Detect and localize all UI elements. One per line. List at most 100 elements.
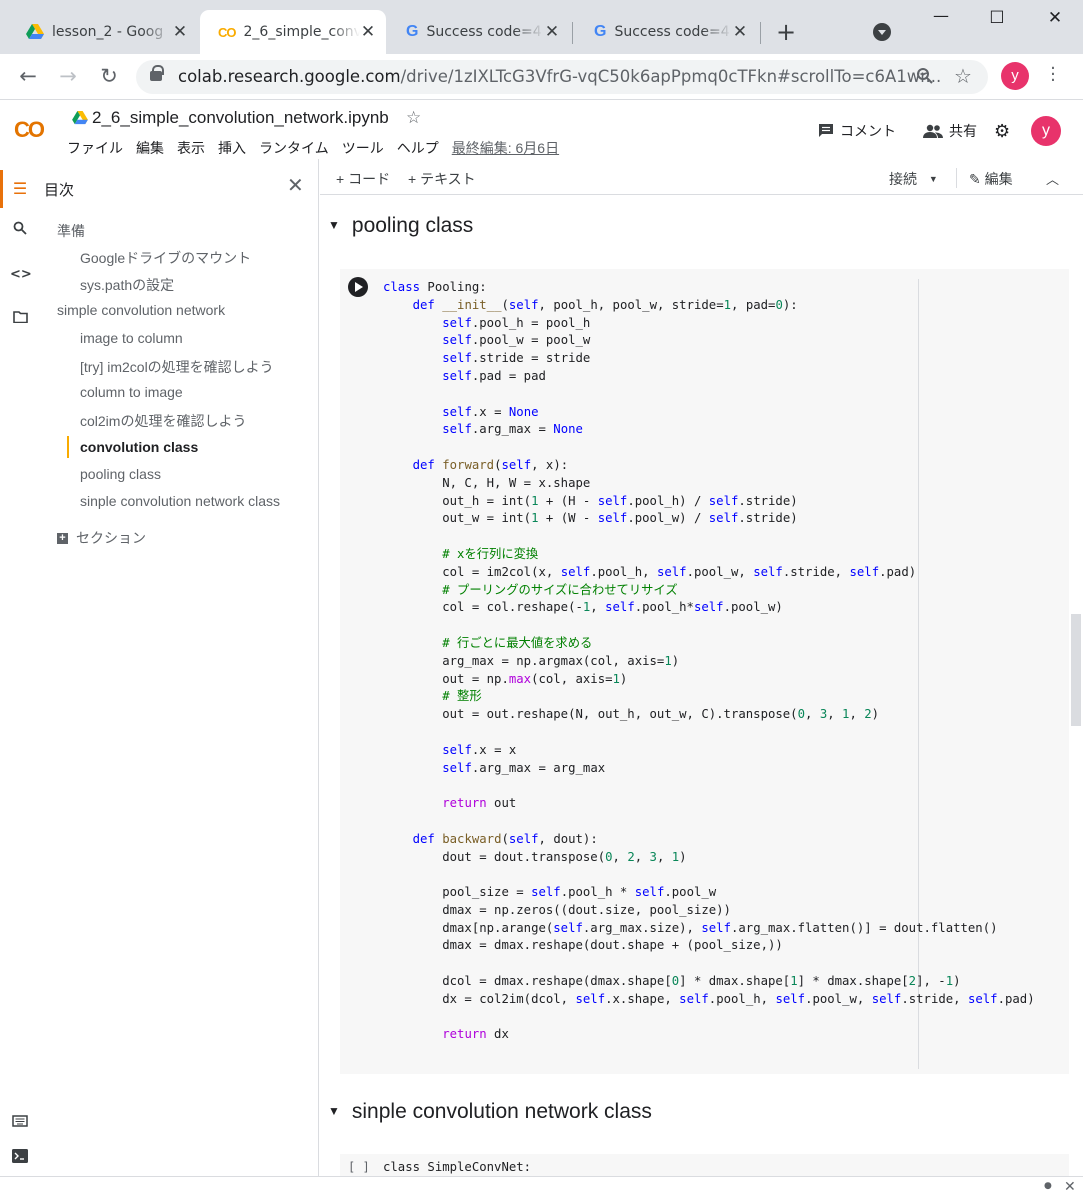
code-line[interactable]: N, C, H, W = x.shape: [383, 475, 1035, 493]
code-line[interactable]: dmax = np.zeros((dout.size, pool_size)): [383, 902, 1035, 920]
section-heading-pooling[interactable]: ▼ pooling class: [328, 214, 473, 238]
colab-logo[interactable]: CO: [14, 117, 45, 143]
menu-insert[interactable]: 挿入: [218, 138, 246, 158]
close-icon[interactable]: ✕: [1064, 1179, 1076, 1195]
code-line[interactable]: # xを行列に変換: [383, 546, 1035, 564]
bookmark-star-icon[interactable]: ☆: [954, 64, 972, 88]
code-line[interactable]: # プーリングのサイズに合わせてリサイズ: [383, 582, 1035, 600]
edit-button[interactable]: ✎ 編集: [969, 169, 1013, 189]
code-line[interactable]: out_w = int(1 + (W - self.pool_w) / self…: [383, 510, 1035, 528]
code-line[interactable]: return dx: [383, 1026, 1035, 1044]
run-cell-button[interactable]: [348, 277, 368, 297]
browser-menu-icon[interactable]: · · ·: [1046, 60, 1060, 90]
last-edit-link[interactable]: 最終編集: 6月6日: [452, 138, 559, 158]
code-line[interactable]: # 整形: [383, 688, 1035, 706]
code-line[interactable]: out = out.reshape(N, out_h, out_w, C).tr…: [383, 706, 1035, 724]
close-icon[interactable]: ✕: [732, 22, 748, 42]
tab-colab-notebook[interactable]: CO 2_6_simple_conv ✕: [200, 10, 386, 54]
collapse-up-icon[interactable]: ︿: [1046, 169, 1059, 188]
search-icon[interactable]: [10, 221, 30, 239]
section-heading-network[interactable]: ▼ sinple convolution network class: [328, 1100, 652, 1124]
code-line[interactable]: # 行ごとに最大値を求める: [383, 635, 1035, 653]
code-snippets-icon[interactable]: <>: [10, 267, 32, 282]
reload-icon[interactable]: ↻: [96, 64, 122, 88]
tab-success-2[interactable]: G Success code=4 ✕: [576, 10, 758, 54]
toc-item[interactable]: column to image: [80, 384, 183, 400]
code-line[interactable]: self.x = x: [383, 742, 1035, 760]
menu-help[interactable]: ヘルプ: [397, 138, 439, 158]
toc-item[interactable]: col2imの処理を確認しよう: [80, 411, 246, 431]
toc-item-active[interactable]: convolution class: [80, 439, 198, 455]
code-cell[interactable]: class Pooling: def __init__(self, pool_h…: [340, 269, 1069, 1074]
toc-item[interactable]: [try] im2colの処理を確認しよう: [80, 357, 274, 377]
command-palette-icon[interactable]: [10, 1115, 30, 1131]
code-line[interactable]: dout = dout.transpose(0, 2, 3, 1): [383, 849, 1035, 867]
add-text-button[interactable]: + テキスト: [408, 169, 476, 189]
add-code-button[interactable]: + コード: [336, 169, 390, 189]
code-line[interactable]: class SimpleConvNet:: [383, 1160, 531, 1174]
maximize-icon[interactable]: ☐: [982, 8, 1012, 28]
tab-lesson2[interactable]: lesson_2 - Goog ✕: [8, 10, 198, 54]
code-line[interactable]: ​: [383, 617, 1035, 635]
close-icon[interactable]: ✕: [172, 22, 188, 42]
close-icon[interactable]: ✕: [544, 22, 560, 42]
toc-list-icon[interactable]: ☰: [10, 179, 30, 198]
collapse-triangle-icon[interactable]: ▼: [328, 218, 340, 232]
browser-profile-avatar[interactable]: y: [1001, 62, 1029, 90]
code-line[interactable]: def __init__(self, pool_h, pool_w, strid…: [383, 297, 1035, 315]
code-line[interactable]: ​: [383, 866, 1035, 884]
code-line[interactable]: ​: [383, 439, 1035, 457]
menu-view[interactable]: 表示: [177, 138, 205, 158]
code-editor[interactable]: class Pooling: def __init__(self, pool_h…: [383, 279, 1035, 1044]
code-line[interactable]: dmax[np.arange(self.arg_max.size), self.…: [383, 920, 1035, 938]
code-line[interactable]: def forward(self, x):: [383, 457, 1035, 475]
menu-runtime[interactable]: ランタイム: [259, 138, 329, 158]
settings-gear-icon[interactable]: ⚙: [994, 121, 1010, 142]
comment-button[interactable]: コメント: [818, 121, 896, 141]
new-tab-button[interactable]: +: [772, 18, 800, 46]
code-line[interactable]: ​: [383, 1009, 1035, 1027]
code-line[interactable]: ​: [383, 955, 1035, 973]
folder-icon[interactable]: [10, 311, 30, 327]
url-text[interactable]: colab.research.google.com/drive/1zIXLTcG…: [178, 67, 941, 86]
code-line[interactable]: self.stride = stride: [383, 350, 1035, 368]
code-line[interactable]: self.pad = pad: [383, 368, 1035, 386]
code-line[interactable]: def backward(self, dout):: [383, 831, 1035, 849]
zoom-icon[interactable]: [916, 67, 934, 90]
toc-item[interactable]: Googleドライブのマウント: [80, 248, 251, 268]
minimize-icon[interactable]: —: [926, 6, 956, 25]
code-line[interactable]: self.pool_h = pool_h: [383, 315, 1035, 333]
toc-item[interactable]: pooling class: [80, 466, 161, 482]
close-icon[interactable]: ✕: [360, 22, 376, 42]
code-line[interactable]: out_h = int(1 + (H - self.pool_h) / self…: [383, 493, 1035, 511]
code-line[interactable]: col = col.reshape(-1, self.pool_h*self.p…: [383, 599, 1035, 617]
toc-item[interactable]: 準備: [57, 221, 85, 241]
collapse-triangle-icon[interactable]: ▼: [328, 1104, 340, 1118]
toc-item[interactable]: image to column: [80, 330, 183, 346]
address-bar[interactable]: colab.research.google.com/drive/1zIXLTcG…: [136, 60, 988, 94]
code-line[interactable]: ​: [383, 777, 1035, 795]
cell-run-bracket[interactable]: [ ]: [348, 1160, 370, 1174]
forward-icon[interactable]: →: [55, 64, 81, 88]
menu-edit[interactable]: 編集: [136, 138, 164, 158]
code-line[interactable]: self.arg_max = None: [383, 421, 1035, 439]
toc-item[interactable]: sys.pathの設定: [80, 275, 174, 295]
code-line[interactable]: dmax = dmax.reshape(dout.shape + (pool_s…: [383, 937, 1035, 955]
code-line[interactable]: class Pooling:: [383, 279, 1035, 297]
close-icon[interactable]: ✕: [287, 173, 304, 198]
code-line[interactable]: pool_size = self.pool_h * self.pool_w: [383, 884, 1035, 902]
notebook-title[interactable]: 2_6_simple_convolution_network.ipynb: [92, 108, 389, 128]
toc-item[interactable]: sinple convolution network class: [80, 493, 280, 509]
menu-file[interactable]: ファイル: [67, 138, 123, 158]
code-line[interactable]: arg_max = np.argmax(col, axis=1): [383, 653, 1035, 671]
window-close-icon[interactable]: ✕: [1040, 8, 1070, 28]
star-icon[interactable]: ☆: [406, 108, 421, 128]
share-button[interactable]: 共有: [923, 121, 977, 141]
menu-tools[interactable]: ツール: [342, 138, 384, 158]
code-line[interactable]: self.pool_w = pool_w: [383, 332, 1035, 350]
code-line[interactable]: self.arg_max = arg_max: [383, 760, 1035, 778]
code-line[interactable]: dcol = dmax.reshape(dmax.shape[0] * dmax…: [383, 973, 1035, 991]
code-line[interactable]: ​: [383, 386, 1035, 404]
code-line[interactable]: col = im2col(x, self.pool_h, self.pool_w…: [383, 564, 1035, 582]
add-section-button[interactable]: + セクション: [57, 528, 146, 548]
